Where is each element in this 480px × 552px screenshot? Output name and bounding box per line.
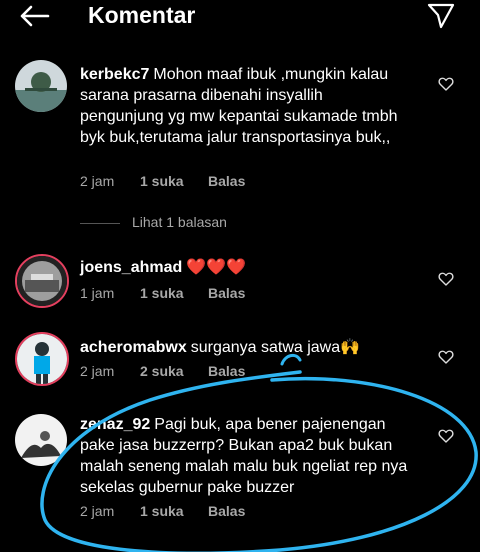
comment-body: ❤️❤️❤️	[186, 259, 247, 276]
comment-text: acheromabwx surganya satwa jawa🙌	[80, 337, 410, 358]
comment-likes[interactable]: 2 suka	[140, 363, 208, 379]
reply-button[interactable]: Balas	[208, 285, 245, 301]
send-icon[interactable]	[426, 2, 456, 30]
reply-button[interactable]: Balas	[208, 503, 245, 519]
comment-username[interactable]: zenaz_92	[80, 416, 150, 433]
comment-meta: 1 jam 1 suka Balas	[80, 285, 245, 301]
comment-meta: 2 jam 2 suka Balas	[80, 363, 245, 379]
header-bar: Komentar	[0, 0, 480, 36]
comment-username[interactable]: kerbekc7	[80, 66, 149, 83]
comment-body: surganya satwa jawa🙌	[190, 339, 361, 356]
comment-text: joens_ahmad ❤️❤️❤️	[80, 257, 410, 278]
comment-time: 2 jam	[80, 503, 115, 519]
comment-likes[interactable]: 1 suka	[140, 285, 208, 301]
comment-likes[interactable]: 1 suka	[140, 173, 208, 189]
page-title: Komentar	[88, 2, 196, 28]
comment-username[interactable]: acheromabwx	[80, 339, 187, 356]
heart-icon[interactable]	[438, 76, 454, 92]
divider-line	[80, 222, 120, 224]
view-replies-label: Lihat 1 balasan	[132, 214, 227, 230]
view-replies-link[interactable]: Lihat 1 balasan	[80, 214, 227, 230]
comment-meta: 2 jam 1 suka Balas	[80, 173, 245, 189]
comment-text: kerbekc7 Mohon maaf ibuk ,mungkin kalau s…	[80, 64, 410, 148]
comment-meta: 2 jam 1 suka Balas	[80, 503, 245, 519]
comment-time: 2 jam	[80, 173, 115, 189]
reply-button[interactable]: Balas	[208, 363, 245, 379]
comment-username[interactable]: joens_ahmad	[80, 259, 182, 276]
avatar[interactable]	[15, 332, 69, 386]
avatar[interactable]	[15, 60, 67, 112]
avatar[interactable]	[15, 254, 69, 308]
comment-text: zenaz_92 Pagi buk, apa bener pajenengan p…	[80, 414, 410, 498]
back-arrow-icon[interactable]	[18, 4, 50, 28]
heart-icon[interactable]	[438, 349, 454, 365]
heart-icon[interactable]	[438, 428, 454, 444]
comment-time: 1 jam	[80, 285, 115, 301]
comment-likes[interactable]: 1 suka	[140, 503, 208, 519]
heart-icon[interactable]	[438, 271, 454, 287]
reply-button[interactable]: Balas	[208, 173, 245, 189]
avatar[interactable]	[15, 414, 67, 466]
comment-time: 2 jam	[80, 363, 115, 379]
